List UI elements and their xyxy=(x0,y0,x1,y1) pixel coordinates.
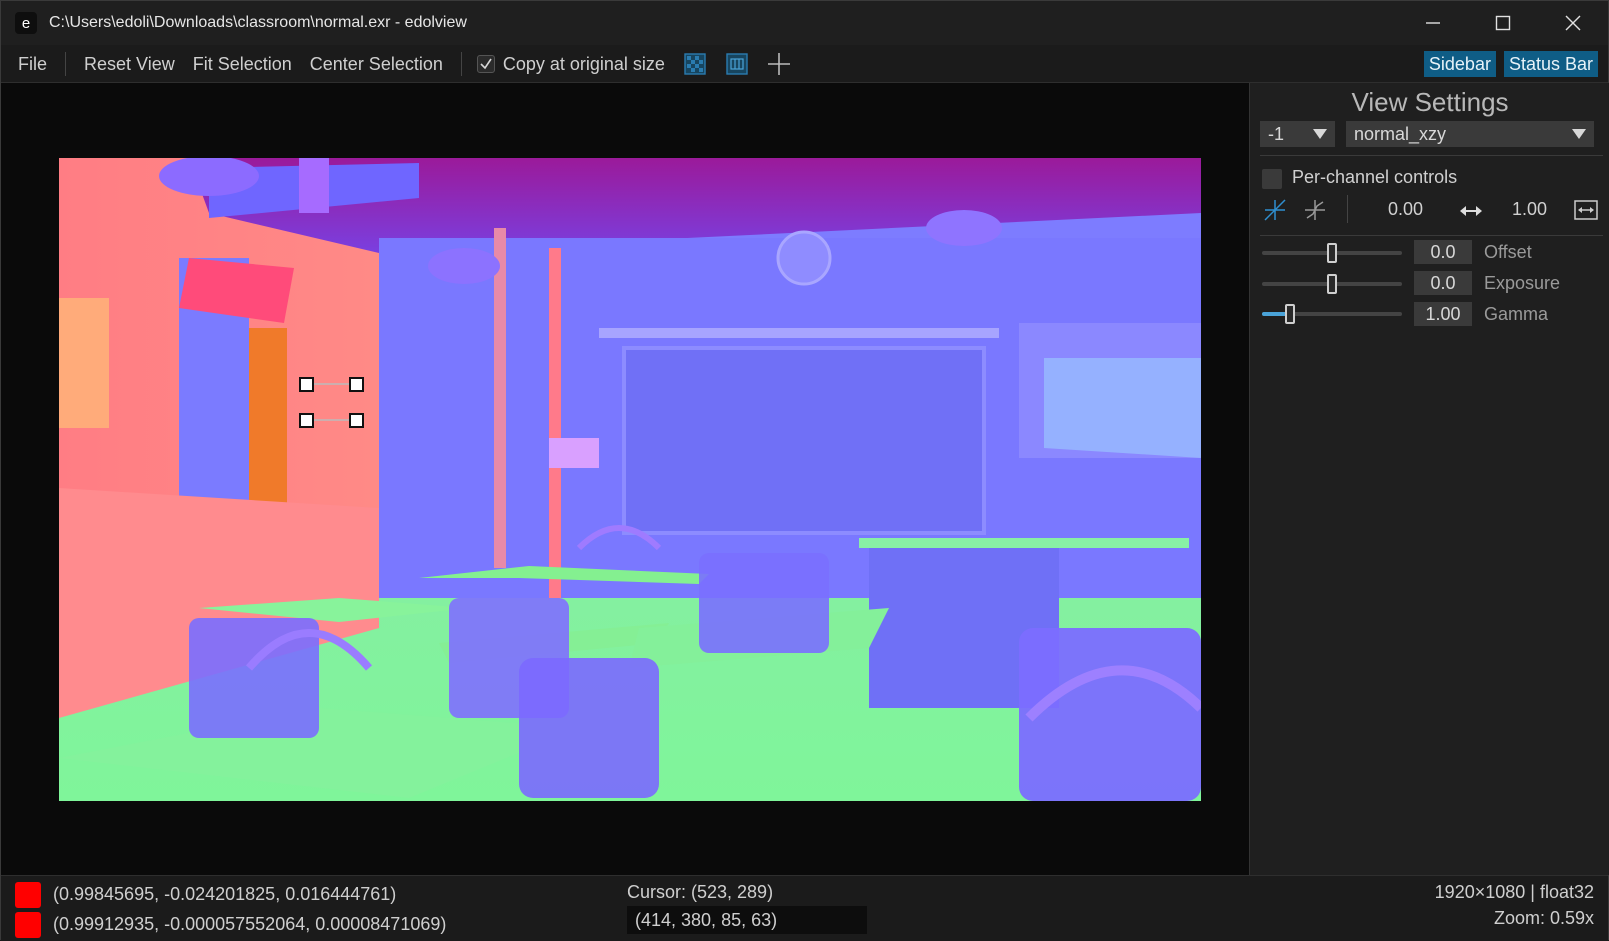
close-icon xyxy=(1565,15,1581,31)
checkmark-icon xyxy=(480,58,492,69)
pixel-color-swatch xyxy=(15,912,41,938)
window-controls xyxy=(1398,1,1608,45)
range-min-value[interactable]: 0.00 xyxy=(1388,199,1423,220)
maximize-button[interactable] xyxy=(1468,1,1538,45)
menu-separator xyxy=(460,51,462,76)
status-bar: (0.99845695, -0.024201825, 0.016444761) … xyxy=(1,875,1608,941)
gamma-slider-handle[interactable] xyxy=(1285,304,1295,324)
selection-handle[interactable] xyxy=(349,413,364,428)
statusbar-toggle-button[interactable]: Status Bar xyxy=(1503,51,1598,77)
minimize-button[interactable] xyxy=(1398,1,1468,45)
min-max-range-icon[interactable] xyxy=(1302,197,1328,223)
range-separator xyxy=(1347,195,1348,223)
channel-index-value: -1 xyxy=(1268,124,1285,144)
sidebar-toggle-button[interactable]: Sidebar xyxy=(1423,51,1496,77)
colormap-value: normal_xzy xyxy=(1354,124,1447,144)
copy-original-size-checkbox[interactable] xyxy=(476,54,495,73)
divider xyxy=(1260,155,1603,156)
exposure-value[interactable]: 0.0 xyxy=(1414,271,1472,295)
gamma-value[interactable]: 1.00 xyxy=(1414,302,1472,326)
reset-view-button[interactable]: Reset View xyxy=(75,45,184,83)
exposure-label: Exposure xyxy=(1484,273,1561,293)
sidebar-title: View Settings xyxy=(1351,87,1509,117)
maximize-icon xyxy=(1495,15,1511,31)
range-max-value[interactable]: 1.00 xyxy=(1512,199,1547,220)
minimize-icon xyxy=(1426,22,1440,24)
gamma-slider-fill xyxy=(1262,312,1287,316)
chevron-down-icon xyxy=(1313,129,1327,139)
rgb-channels-icon xyxy=(726,52,748,75)
pixel-color-swatch xyxy=(15,882,41,908)
cursor-position: Cursor: (523, 289) xyxy=(627,882,774,902)
close-button[interactable] xyxy=(1538,1,1608,45)
zoom-level: Zoom: 0.59x xyxy=(1493,908,1594,928)
checkerboard-icon xyxy=(684,52,706,75)
pixel-value-readout: (0.99912935, -0.000057552064, 0.00008471… xyxy=(53,914,447,934)
per-channel-label: Per-channel controls xyxy=(1292,167,1458,187)
title-bar: e C:\Users\edoli\Downloads\classroom\nor… xyxy=(1,1,1608,45)
crosshair-icon xyxy=(767,52,790,75)
checkerboard-background-button[interactable] xyxy=(682,51,708,77)
rgb-channel-button[interactable] xyxy=(724,51,750,77)
selection-handle[interactable] xyxy=(349,377,364,392)
selection-handle[interactable] xyxy=(299,377,314,392)
selection-box[interactable] xyxy=(59,158,1201,801)
app-icon: e xyxy=(15,12,37,34)
window-title: C:\Users\edoli\Downloads\classroom\norma… xyxy=(49,14,467,31)
offset-value[interactable]: 0.0 xyxy=(1414,240,1472,264)
gamma-label: Gamma xyxy=(1484,304,1549,324)
image-viewport[interactable] xyxy=(1,83,1249,875)
chevron-down-icon xyxy=(1572,129,1586,139)
image-info: 1920×1080 | float32 xyxy=(1434,882,1594,902)
per-channel-checkbox[interactable] xyxy=(1262,169,1282,189)
menu-separator xyxy=(65,51,67,76)
fit-selection-button[interactable]: Fit Selection xyxy=(184,45,301,83)
copy-original-size-label[interactable]: Copy at original size xyxy=(503,45,674,83)
selection-handle[interactable] xyxy=(299,413,314,428)
swap-range-icon[interactable] xyxy=(1460,204,1482,218)
exposure-slider-handle[interactable] xyxy=(1327,274,1337,294)
offset-label: Offset xyxy=(1484,242,1532,262)
colormap-dropdown[interactable]: normal_xzy xyxy=(1346,121,1594,147)
divider xyxy=(1260,235,1603,236)
view-settings-sidebar: View Settings -1 normal_xzy Per-channel … xyxy=(1249,83,1609,875)
panel-toggles: Sidebar Status Bar xyxy=(1423,51,1598,77)
pixel-value-readout: (0.99845695, -0.024201825, 0.016444761) xyxy=(53,884,397,904)
fit-range-icon[interactable] xyxy=(1574,199,1598,221)
channel-index-dropdown[interactable]: -1 xyxy=(1260,121,1335,147)
menu-file[interactable]: File xyxy=(9,45,56,83)
selection-rect-readout: (414, 380, 85, 63) xyxy=(627,906,867,934)
offset-slider-handle[interactable] xyxy=(1327,243,1337,263)
menu-bar: File Reset View Fit Selection Center Sel… xyxy=(1,45,1608,83)
center-selection-button[interactable]: Center Selection xyxy=(301,45,452,83)
normal-map-image[interactable] xyxy=(59,158,1201,801)
crosshair-button[interactable] xyxy=(766,51,792,77)
auto-range-icon[interactable] xyxy=(1262,197,1288,223)
app-window: e C:\Users\edoli\Downloads\classroom\nor… xyxy=(0,0,1609,941)
